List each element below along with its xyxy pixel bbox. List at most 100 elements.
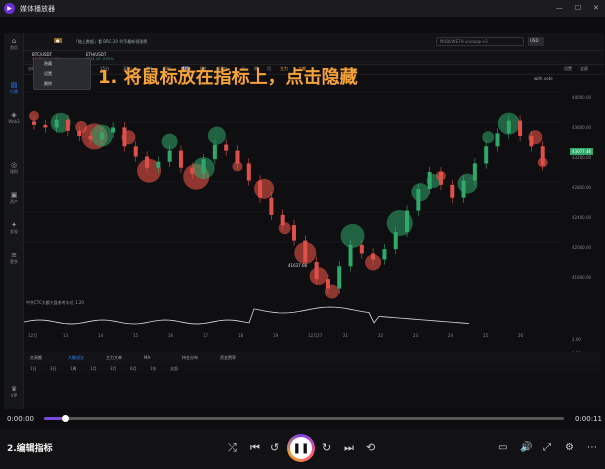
window-controls: — ☐ ✕ [556,4,599,12]
wallet-icon: ▣ [10,191,18,199]
x-tick-label: 12月27 [308,333,323,338]
sidebar-item-4[interactable]: ▣ 资产 [6,191,22,205]
sidebar-item-3[interactable]: ◎ 理财 [6,161,22,175]
range-tab[interactable]: 3日 [50,366,57,372]
y-tick-label: 41600.00 [572,275,592,280]
sidebar-item-1[interactable]: ▤ 行情 [6,81,22,95]
volume-bubble [340,223,365,248]
candle [529,136,534,147]
sidebar-item-label: 首页 [10,45,18,50]
settings-icon[interactable]: ⚙ [565,442,574,453]
candle [178,150,183,168]
range-tab[interactable]: 1月 [90,366,97,372]
range-tab[interactable]: 6月 [130,366,137,372]
x-tick-label: 26 [518,333,524,338]
candle [201,159,206,174]
previous-icon[interactable]: ⏮ [250,441,260,455]
x-tick-label: 16 [168,333,174,338]
fullscreen-icon[interactable]: ⤢ [543,442,551,453]
seek-knob[interactable] [61,415,69,422]
bottom-tab[interactable]: 交易额 [30,355,42,361]
candle [32,121,36,125]
context-menu: 隐藏 设置 删除 [33,58,91,90]
candle [54,119,59,128]
candle [405,210,410,232]
sidebar-item-0[interactable]: ⌂ 首页 [6,37,22,51]
y-tick-label: 43600.00 [572,125,592,130]
shuffle-icon[interactable]: ⤮ [228,441,237,455]
candle [540,146,545,166]
volume-bubble [207,126,226,145]
sidebar-item-5[interactable]: ✦ 发现 [6,221,22,235]
current-time: 0:00:00 [7,415,34,423]
candle [348,244,353,267]
range-tab[interactable]: 1日 [30,366,37,372]
y-tick-label: 44000.00 [572,95,592,100]
toolbar-right-item[interactable]: 设置 [564,66,572,72]
bottom-tab[interactable]: 资金费率 [220,355,236,361]
candle [167,150,172,162]
x-tick-label: 17 [203,333,209,338]
context-menu-hide[interactable]: 隐藏 [34,59,90,69]
low-price-label: 41637.60 [288,263,308,268]
player-logo-icon: ▶ [4,3,15,14]
maximize-icon[interactable]: ☐ [575,4,581,12]
candle [235,150,240,164]
candle [303,240,308,262]
candle [269,197,274,215]
sidebar-item-6[interactable]: ≡ 更多 [6,251,22,265]
candle [438,172,443,185]
context-menu-settings[interactable]: 设置 [34,69,90,79]
candle [280,214,285,226]
playback-progress: 0:00:00 0:00:11 [0,409,605,429]
candle [337,266,342,289]
x-tick-label: 12月 [28,333,37,338]
home-icon: ⌂ [11,37,17,45]
forward-icon[interactable]: ↻ [322,441,331,454]
candle [292,225,296,241]
context-menu-delete[interactable]: 删除 [34,79,90,89]
seek-bar[interactable] [44,415,564,422]
candle [495,133,500,147]
next-icon[interactable]: ⏭ [344,441,354,455]
y-tick-label: 42000.00 [572,245,592,250]
candle [212,144,217,160]
sidebar-item-2[interactable]: ◈ Web3 [6,111,22,124]
discover-icon: ✦ [11,221,17,229]
bottom-tab[interactable]: 持仓分布 [182,355,198,361]
play-pause-button[interactable]: ❚❚ [287,434,315,462]
candle [427,172,432,190]
volume-icon[interactable]: 🔊 [520,442,532,453]
bottom-tab[interactable]: MA [144,355,150,360]
candle [88,136,93,140]
repeat-icon[interactable]: ⟲ [366,441,375,454]
sidebar-item-label: VIP [10,393,18,398]
sidebar: ⌂ 首页 ▤ 行情 ◈ Web3 ◎ 理财 ▣ 资产 ✦ 发现 ≡ 更多 ♛ VIP [4,33,24,409]
video-title: 2.编辑指标 [7,444,53,454]
tutorial-annotation: 1. 将鼠标放在指标上，点击隐藏 [98,67,358,88]
subtitle-icon[interactable]: ▭ [498,442,507,453]
candle [65,119,70,131]
y-tick-label: 42800.00 [572,185,592,190]
sidebar-item-label: 资产 [10,199,18,204]
candle [382,249,387,260]
candle [393,232,398,250]
x-tick-label: 22 [378,333,384,338]
sidebar-item-7[interactable]: ♛ VIP [6,385,22,398]
range-tab[interactable]: 1年 [150,366,157,372]
candle [258,180,263,198]
close-icon[interactable]: ✕ [593,4,599,12]
more-icon[interactable]: ⋯ [587,442,597,453]
sidebar-item-label: Web3 [8,119,20,124]
candle [111,127,116,133]
bottom-tab[interactable]: 大额成交 [68,355,84,361]
candle [484,146,489,164]
bottom-tab[interactable]: 主力大单 [106,355,122,361]
minimize-icon[interactable]: — [556,4,563,12]
range-tab[interactable]: 1周 [70,366,77,372]
rewind-icon[interactable]: ↺ [270,441,279,454]
vip-icon: ♛ [10,385,18,393]
range-tab[interactable]: 全部 [170,366,178,372]
range-tab[interactable]: 3月 [110,366,117,372]
x-tick-label: 21 [343,333,349,338]
